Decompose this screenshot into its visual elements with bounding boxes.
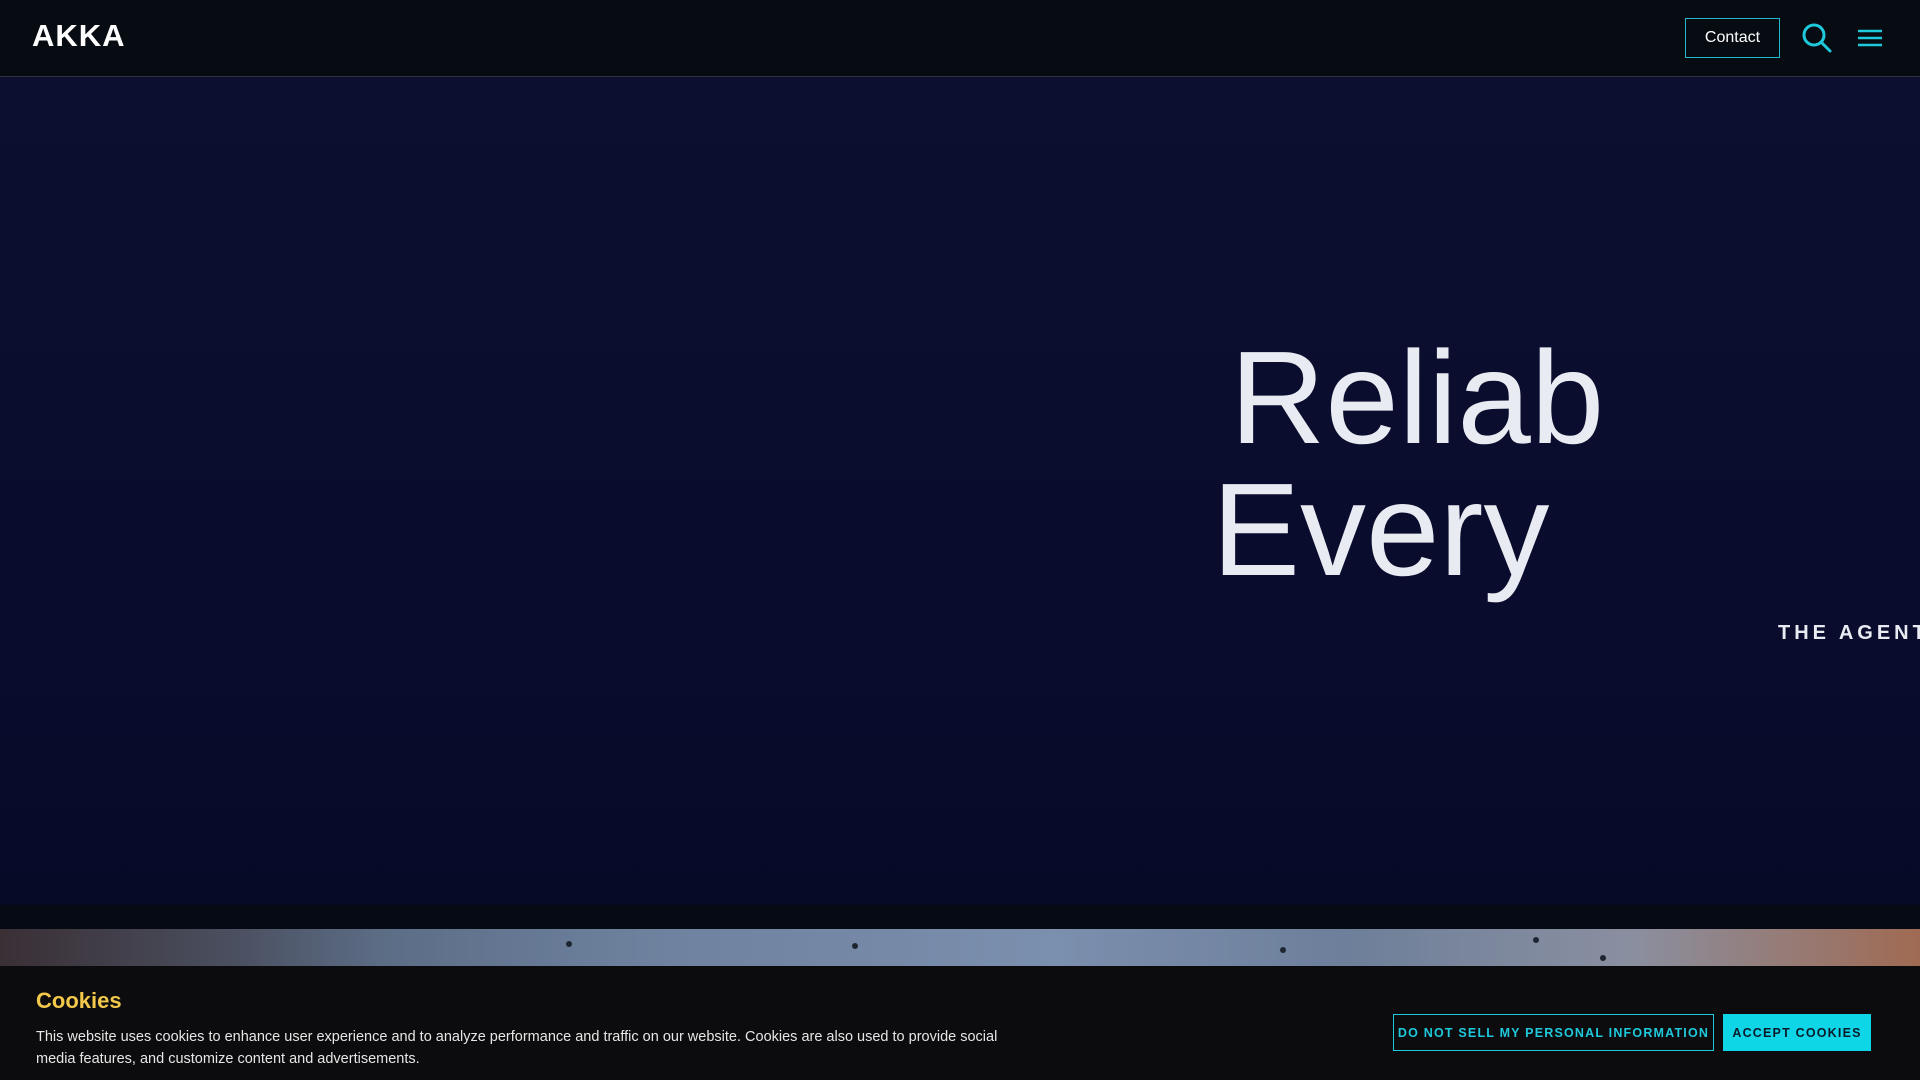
- search-button[interactable]: [1799, 20, 1835, 56]
- hero-subtitle: THE AGENT: [1778, 622, 1920, 644]
- do-not-sell-button[interactable]: DO NOT SELL MY PERSONAL INFORMATION: [1393, 1014, 1714, 1051]
- hero-section: Reliab Every THE AGENT: [0, 77, 1920, 927]
- contact-button[interactable]: Contact: [1685, 18, 1780, 58]
- image-detail: [1280, 947, 1286, 953]
- hamburger-menu-icon: [1858, 29, 1882, 47]
- cookie-banner-text: This website uses cookies to enhance use…: [36, 1029, 998, 1067]
- menu-button[interactable]: [1852, 20, 1888, 56]
- cookie-consent-banner: Cookies This website uses cookies to enh…: [0, 966, 1920, 1080]
- image-detail: [1600, 955, 1606, 961]
- hero-bottom-divider: [0, 905, 1920, 929]
- hero-title-line-1: Reliab: [1230, 324, 1605, 471]
- hero-image: [0, 929, 1920, 969]
- image-detail: [1533, 937, 1539, 943]
- image-detail: [852, 943, 858, 949]
- akka-logo[interactable]: AKKA: [32, 18, 126, 54]
- hero-title-line-2: Every: [1212, 456, 1550, 603]
- search-icon: [1802, 23, 1832, 53]
- top-navigation-bar: AKKA Contact: [0, 0, 1920, 77]
- accept-cookies-button[interactable]: ACCEPT COOKIES: [1723, 1014, 1871, 1051]
- image-detail: [566, 941, 572, 947]
- cookie-banner-title: Cookies: [36, 988, 122, 1013]
